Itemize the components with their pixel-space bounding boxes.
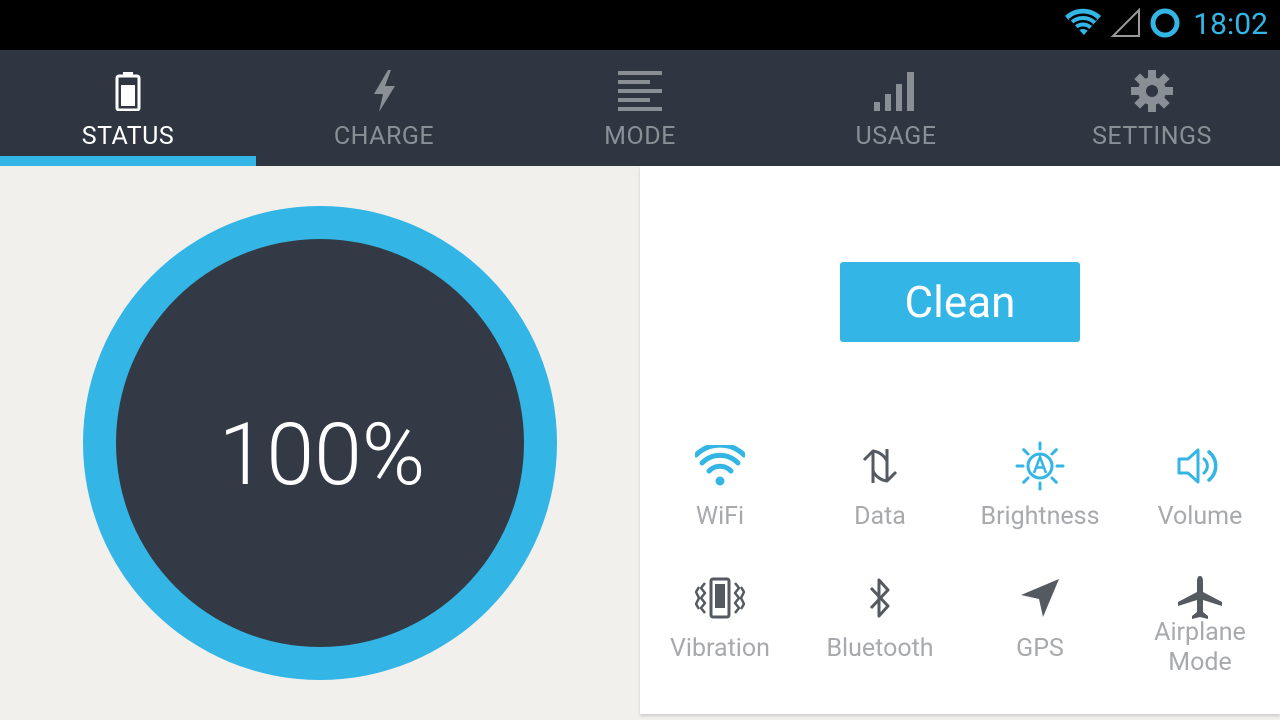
vibration-icon xyxy=(690,570,750,626)
tab-label: SETTINGS xyxy=(1092,122,1212,151)
tab-usage[interactable]: USAGE xyxy=(768,50,1024,166)
active-tab-indicator xyxy=(0,156,256,166)
toggle-label: Airplane Mode xyxy=(1154,618,1246,677)
tab-label: CHARGE xyxy=(333,122,435,151)
toggle-label: WiFi xyxy=(695,502,745,531)
battery-status-panel: 100% xyxy=(0,166,640,720)
tab-bar: STATUS CHARGE MODE USAGE SETTINGS xyxy=(0,50,1280,166)
toggle-label: Bluetooth xyxy=(826,634,934,663)
bar-chart-icon xyxy=(866,68,926,114)
tab-label: MODE xyxy=(604,122,676,151)
gear-icon xyxy=(1122,68,1182,114)
tab-status[interactable]: STATUS xyxy=(0,50,256,166)
toggle-label: Brightness xyxy=(980,502,1100,531)
bluetooth-icon xyxy=(850,570,910,626)
tab-label: USAGE xyxy=(855,122,937,151)
status-icons: 18:02 xyxy=(1063,0,1268,50)
clean-button[interactable]: Clean xyxy=(840,262,1080,342)
list-icon xyxy=(610,68,670,114)
toggle-gps[interactable]: GPS xyxy=(960,570,1120,664)
system-status-bar: 18:02 xyxy=(0,0,1280,50)
toggle-wifi[interactable]: WiFi xyxy=(640,438,800,532)
wifi-signal-icon xyxy=(1063,8,1103,42)
toggle-label: GPS xyxy=(1016,634,1064,663)
tab-charge[interactable]: CHARGE xyxy=(256,50,512,166)
gps-arrow-icon xyxy=(1010,570,1070,626)
wifi-icon xyxy=(690,438,750,494)
tab-label: STATUS xyxy=(81,122,175,151)
battery-gauge-ring: 100% xyxy=(83,206,557,680)
tab-settings[interactable]: SETTINGS xyxy=(1024,50,1280,166)
toggle-vibration[interactable]: Vibration xyxy=(640,570,800,664)
tab-mode[interactable]: MODE xyxy=(512,50,768,166)
toggle-label: Data xyxy=(854,502,906,531)
battery-icon xyxy=(98,68,158,114)
battery-gauge: 100% xyxy=(116,239,524,647)
toggle-bluetooth[interactable]: Bluetooth xyxy=(800,570,960,664)
toggle-volume[interactable]: Volume xyxy=(1120,438,1280,532)
toggle-data[interactable]: Data xyxy=(800,438,960,532)
battery-percentage: 100% xyxy=(218,403,426,505)
quick-toggles-panel: Clean WiFi Data Brightness Volume Vibrat… xyxy=(640,166,1280,714)
data-transfer-icon xyxy=(850,438,910,494)
cell-signal-icon xyxy=(1110,7,1141,42)
clock: 18:02 xyxy=(1193,7,1268,42)
sync-ring-icon xyxy=(1149,7,1181,43)
lightning-icon xyxy=(354,68,414,114)
toggle-brightness[interactable]: Brightness xyxy=(960,438,1120,532)
volume-icon xyxy=(1170,438,1230,494)
toggle-label: Volume xyxy=(1157,502,1243,531)
brightness-auto-icon xyxy=(1010,438,1070,494)
toggle-label: Vibration xyxy=(670,634,770,663)
toggle-airplane-mode[interactable]: Airplane Mode xyxy=(1120,570,1280,678)
